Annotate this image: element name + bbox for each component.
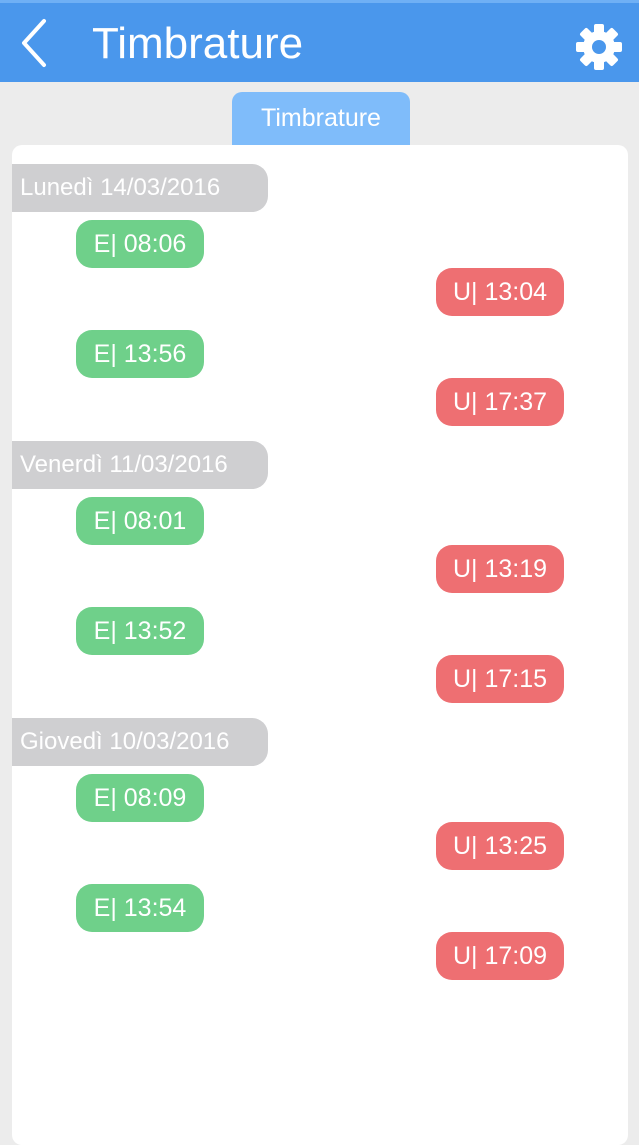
entry-punch: E| 13:56 (76, 330, 204, 378)
exit-punch: U| 17:37 (436, 378, 564, 426)
settings-button[interactable] (573, 21, 625, 73)
app-header: Timbrature (0, 0, 639, 82)
gear-icon (576, 24, 622, 70)
page-title: Timbrature (92, 19, 304, 68)
entry-punch: E| 13:52 (76, 607, 204, 655)
exit-punch: U| 17:15 (436, 655, 564, 703)
chevron-left-icon (22, 19, 46, 67)
back-button[interactable] (14, 15, 58, 71)
exit-punch: U| 13:04 (436, 268, 564, 316)
punch-list-panel: Lunedì 14/03/2016 E| 08:06 U| 13:04 E| 1… (12, 145, 628, 1145)
entry-punch: E| 08:09 (76, 774, 204, 822)
exit-punch: U| 17:09 (436, 932, 564, 980)
day-label: Giovedì 10/03/2016 (12, 718, 268, 766)
entry-punch: E| 08:06 (76, 220, 204, 268)
entry-punch: E| 13:54 (76, 884, 204, 932)
exit-punch: U| 13:25 (436, 822, 564, 870)
tab-timbrature[interactable]: Timbrature (232, 92, 410, 148)
exit-punch: U| 13:19 (436, 545, 564, 593)
entry-punch: E| 08:01 (76, 497, 204, 545)
day-label: Lunedì 14/03/2016 (12, 164, 268, 212)
day-label: Venerdì 11/03/2016 (12, 441, 268, 489)
